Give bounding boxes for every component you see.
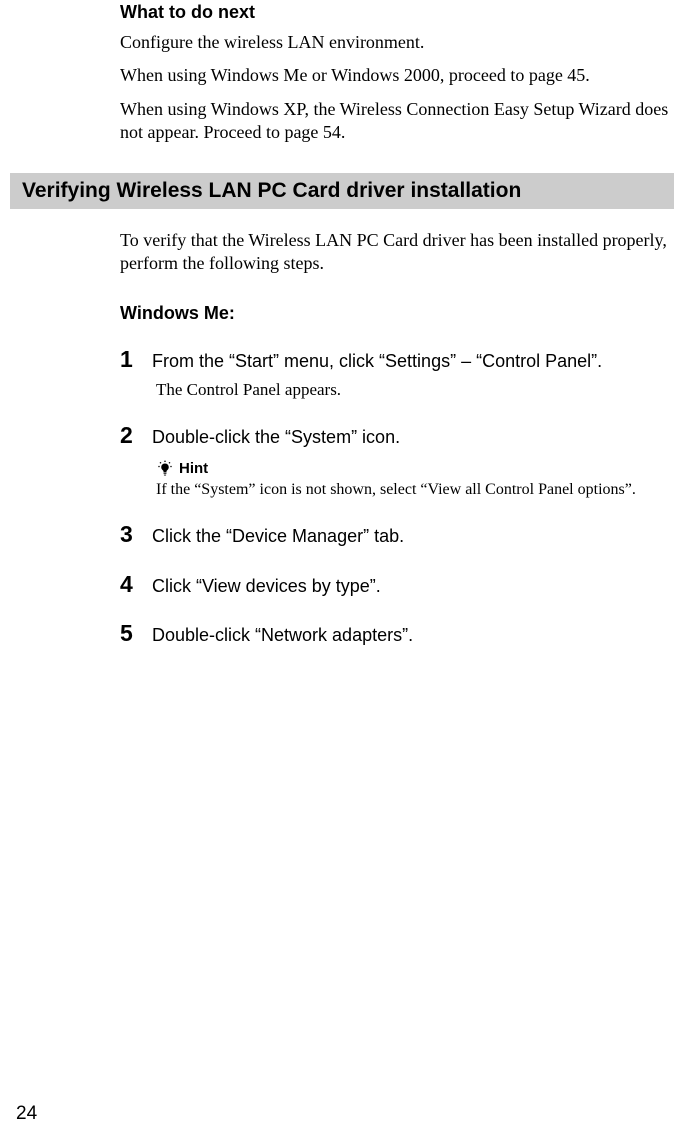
step-number: 2 [120,422,138,449]
step-text: Click “View devices by type”. [152,575,381,598]
hint-label: Hint [179,460,208,477]
lightbulb-icon [156,459,174,477]
step-text: Double-click the “System” icon. [152,426,400,449]
what-to-do-next-heading: What to do next [120,2,672,23]
step-subtext: The Control Panel appears. [156,380,672,400]
section-lead-text: To verify that the Wireless LAN PC Card … [120,229,672,276]
hint-text: If the “System” icon is not shown, selec… [156,481,672,499]
step-4: 4 Click “View devices by type”. [120,571,672,598]
step-number: 4 [120,571,138,598]
step-number: 1 [120,346,138,373]
step-number: 5 [120,620,138,647]
section-title-bar: Verifying Wireless LAN PC Card driver in… [10,173,674,209]
step-5: 5 Double-click “Network adapters”. [120,620,672,647]
step-3: 3 Click the “Device Manager” tab. [120,521,672,548]
intro-paragraph-1: Configure the wireless LAN environment. [120,31,672,54]
step-text: Double-click “Network adapters”. [152,624,413,647]
step-1: 1 From the “Start” menu, click “Settings… [120,346,672,399]
step-text: From the “Start” menu, click “Settings” … [152,350,602,373]
step-text: Click the “Device Manager” tab. [152,525,404,548]
intro-paragraph-2: When using Windows Me or Windows 2000, p… [120,64,672,87]
step-number: 3 [120,521,138,548]
step-2: 2 Double-click the “System” icon. [120,422,672,499]
subheading-windows-me: Windows Me: [120,303,672,324]
intro-paragraph-3: When using Windows XP, the Wireless Conn… [120,98,672,145]
page-number: 24 [16,1103,37,1125]
